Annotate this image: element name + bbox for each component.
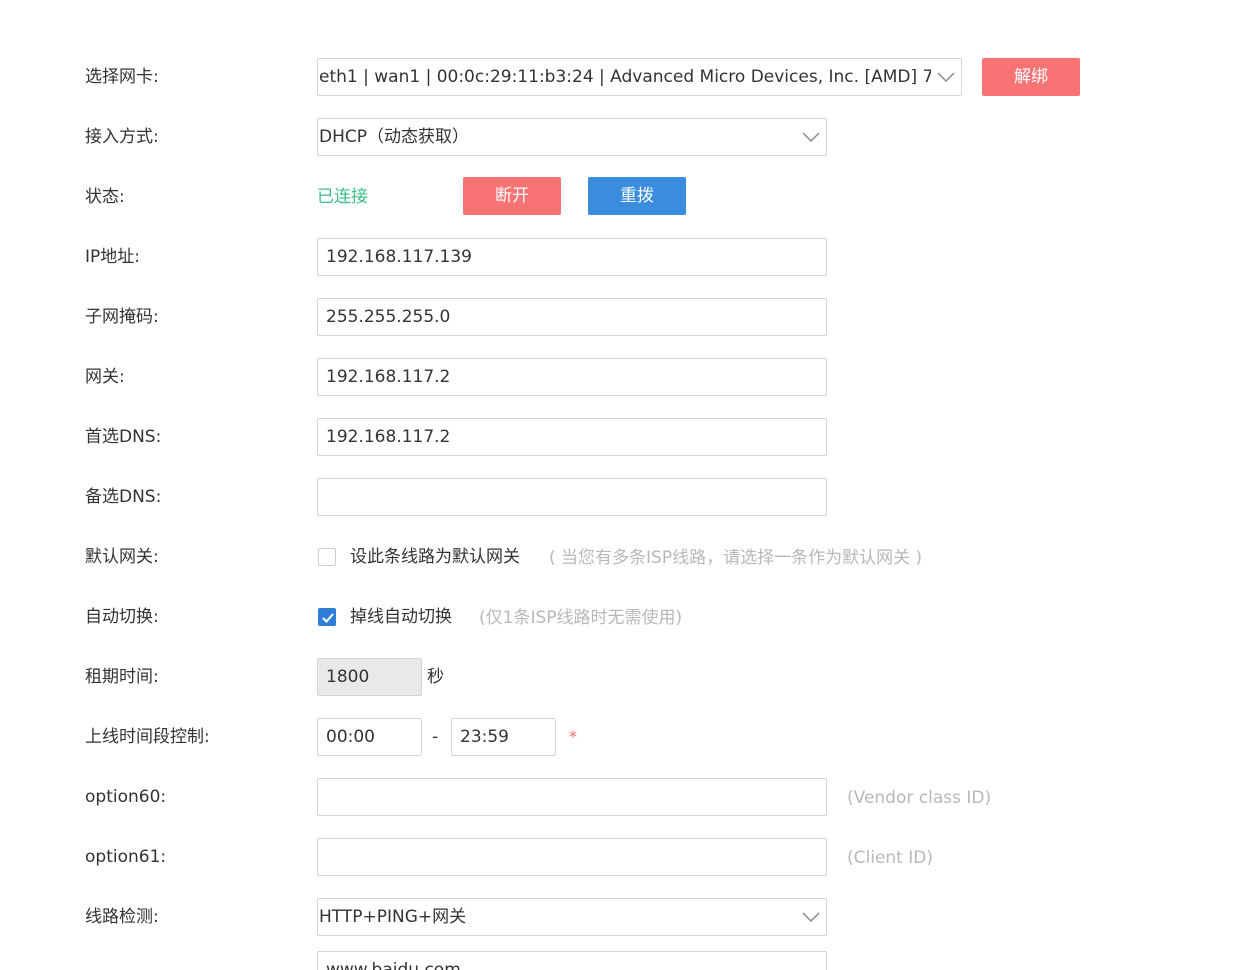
chevron-down-icon [802, 912, 820, 923]
row-online-time: 上线时间段控制: - * [0, 717, 1255, 757]
option61-hint: (Client ID) [847, 848, 933, 868]
online-end-input[interactable] [451, 718, 556, 756]
row-dns2: 备选DNS: [0, 477, 1255, 517]
row-status: 状态: 已连接 断开 重拨 [0, 177, 1255, 217]
row-lease: 租期时间: 秒 [0, 657, 1255, 697]
disconnect-button[interactable]: 断开 [463, 177, 561, 215]
primary-dns-input[interactable] [317, 418, 827, 456]
lease-label: 租期时间: [85, 667, 159, 687]
row-default-gateway: 默认网关: 设此条线路为默认网关 ( 当您有多条ISP线路，请选择一条作为默认网… [0, 537, 1255, 577]
lease-time-input[interactable] [317, 658, 422, 696]
time-separator: - [432, 727, 439, 747]
row-gateway: 网关: [0, 357, 1255, 397]
access-mode-value: DHCP（动态获取） [319, 127, 469, 147]
row-nic: 选择网卡: eth1 | wan1 | 00:0c:29:11:b3:24 | … [0, 57, 1255, 97]
dns2-label: 备选DNS: [85, 487, 162, 507]
chevron-down-icon [802, 132, 820, 143]
online-start-input[interactable] [317, 718, 422, 756]
option60-hint: (Vendor class ID) [847, 788, 992, 808]
option60-label: option60: [85, 787, 167, 807]
auto-switch-hint: (仅1条ISP线路时无需使用) [479, 608, 683, 628]
row-ip: IP地址: [0, 237, 1255, 277]
access-mode-select[interactable]: DHCP（动态获取） [317, 118, 827, 156]
default-gateway-label: 默认网关: [85, 547, 159, 567]
unbind-button[interactable]: 解绑 [982, 58, 1080, 96]
check-host-input[interactable] [317, 951, 827, 970]
required-mark: * [569, 727, 577, 746]
dns1-label: 首选DNS: [85, 427, 162, 447]
row-access: 接入方式: DHCP（动态获取） [0, 117, 1255, 157]
row-line-check: 线路检测: HTTP+PING+网关 [0, 897, 1255, 937]
default-gateway-option-label[interactable]: 设此条线路为默认网关 [350, 537, 520, 577]
ip-address-input[interactable] [317, 238, 827, 276]
online-time-label: 上线时间段控制: [85, 727, 210, 747]
line-check-label: 线路检测: [85, 907, 159, 927]
nic-select-value: eth1 | wan1 | 00:0c:29:11:b3:24 | Advanc… [319, 67, 931, 87]
netmask-input[interactable] [317, 298, 827, 336]
ip-label: IP地址: [85, 247, 140, 267]
lease-unit: 秒 [427, 667, 444, 687]
checkmark-icon [322, 613, 334, 623]
status-label: 状态: [85, 187, 125, 207]
wan-settings-form: 选择网卡: eth1 | wan1 | 00:0c:29:11:b3:24 | … [0, 0, 1255, 970]
row-option60: option60: (Vendor class ID) [0, 777, 1255, 817]
row-auto-switch: 自动切换: 掉线自动切换 (仅1条ISP线路时无需使用) [0, 597, 1255, 637]
row-option61: option61: (Client ID) [0, 837, 1255, 877]
chevron-down-icon [937, 72, 955, 83]
line-check-select[interactable]: HTTP+PING+网关 [317, 898, 827, 936]
auto-switch-option-label[interactable]: 掉线自动切换 [350, 597, 452, 637]
connection-status-text: 已连接 [317, 187, 368, 207]
access-label: 接入方式: [85, 127, 159, 147]
auto-switch-checkbox[interactable] [318, 608, 336, 626]
nic-select[interactable]: eth1 | wan1 | 00:0c:29:11:b3:24 | Advanc… [317, 58, 962, 96]
redial-button[interactable]: 重拨 [588, 177, 686, 215]
option61-label: option61: [85, 847, 167, 867]
secondary-dns-input[interactable] [317, 478, 827, 516]
nic-label: 选择网卡: [85, 67, 159, 87]
default-gateway-checkbox[interactable] [318, 548, 336, 566]
option61-input[interactable] [317, 838, 827, 876]
netmask-label: 子网掩码: [85, 307, 159, 327]
row-dns1: 首选DNS: [0, 417, 1255, 457]
gateway-input[interactable] [317, 358, 827, 396]
row-check-host [0, 950, 1255, 970]
row-netmask: 子网掩码: [0, 297, 1255, 337]
line-check-value: HTTP+PING+网关 [319, 907, 467, 927]
default-gateway-hint: ( 当您有多条ISP线路，请选择一条作为默认网关 ) [549, 548, 923, 568]
auto-switch-label: 自动切换: [85, 607, 159, 627]
gateway-label: 网关: [85, 367, 125, 387]
option60-input[interactable] [317, 778, 827, 816]
